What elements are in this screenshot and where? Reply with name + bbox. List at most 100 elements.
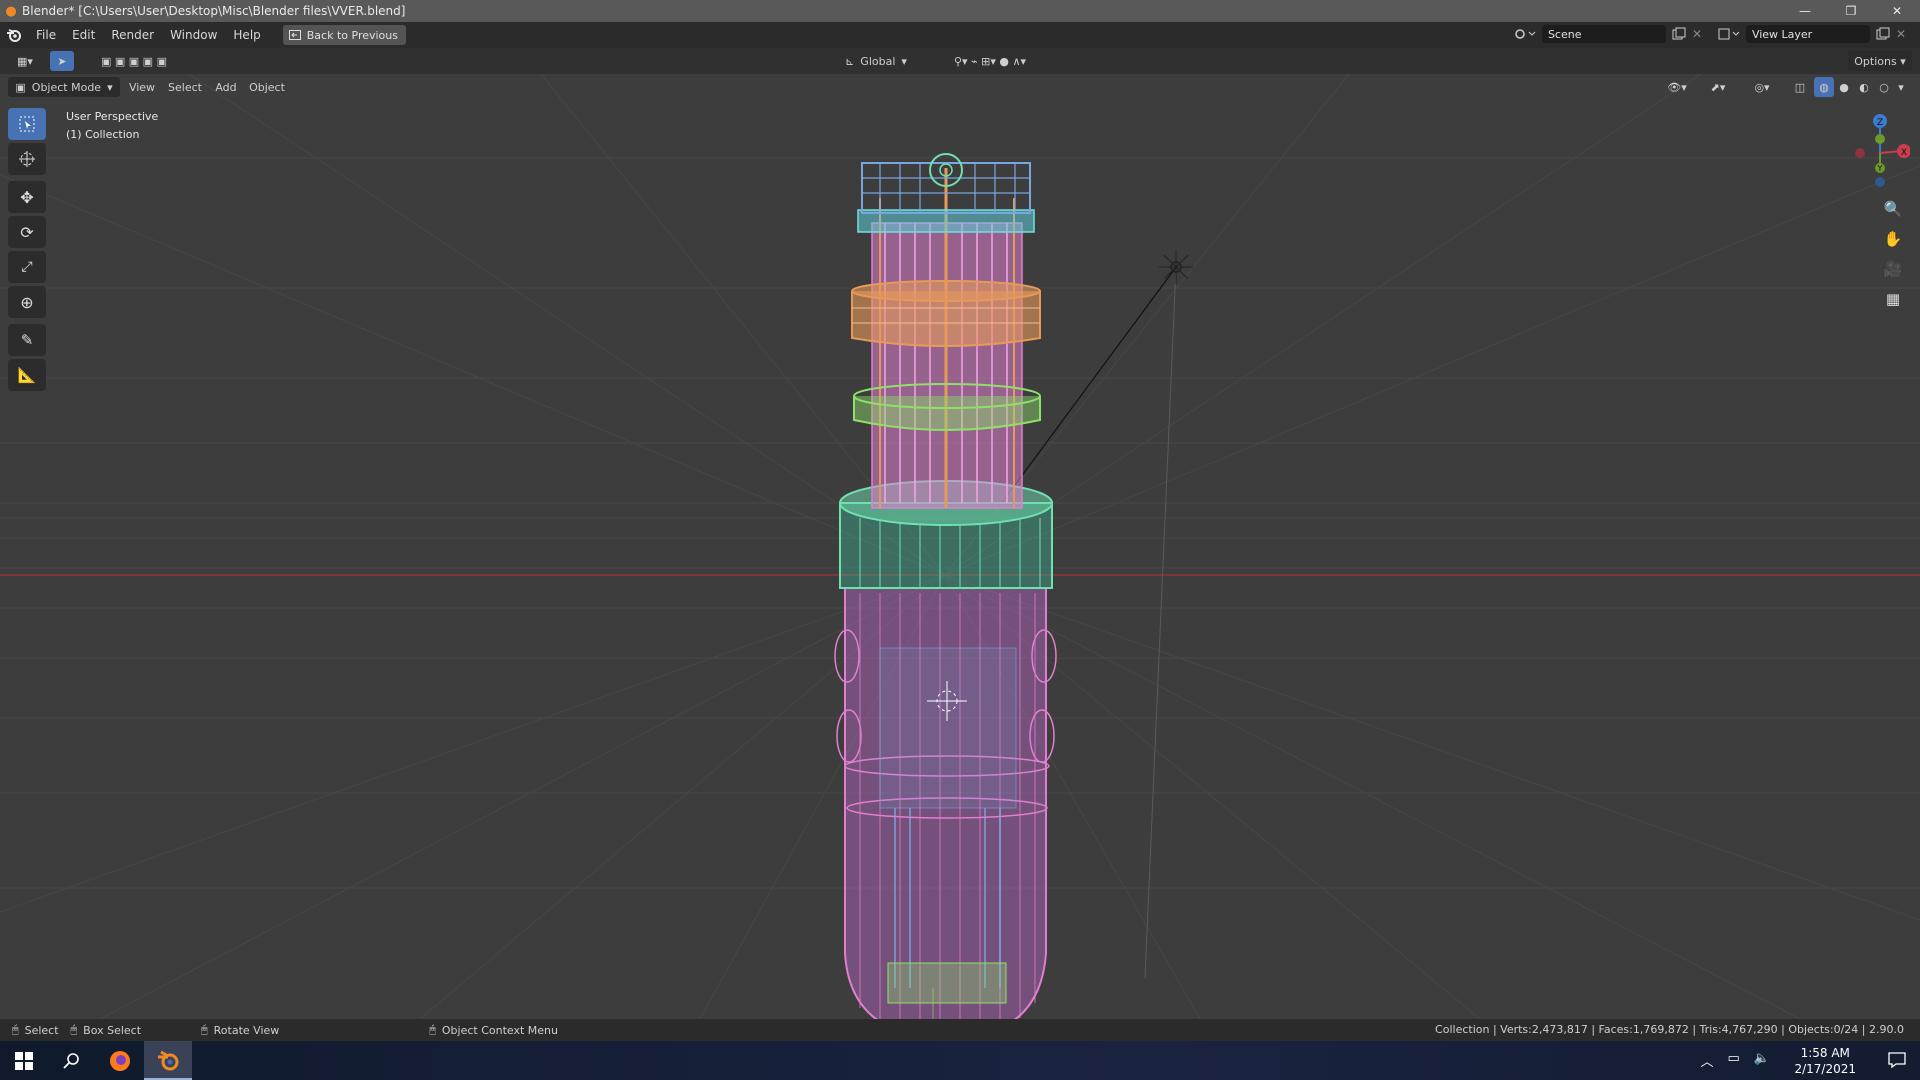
rotate-tool-icon[interactable]: ⟳ [8,216,46,248]
clock-time: 1:58 AM [1800,1046,1850,1060]
select-box-tool-icon[interactable] [8,108,46,140]
back-button-label: Back to Previous [306,28,398,42]
transform-tool-icon[interactable]: ⊕ [8,286,46,318]
status-box-select: 🖱 Box Select [70,1023,142,1037]
menu-render[interactable]: Render [103,28,162,42]
menu-object[interactable]: Object [246,77,288,97]
gizmo-y-label: Y [1877,164,1883,173]
menu-select[interactable]: Select [164,77,206,97]
scene-statistics: Collection | Verts:2,473,817 | Faces:1,7… [1435,1023,1904,1036]
move-tool-icon[interactable]: ✥ [8,181,46,213]
collection-label: (1) Collection [66,128,140,141]
mode-label: Object Mode [31,80,102,94]
status-select: 🖱 Select [12,1023,59,1037]
orientation-icon: ⊾ [845,54,855,68]
new-view-layer-icon[interactable] [1876,27,1890,41]
gizmo-z-label: Z [1877,118,1883,128]
window-controls: — ❐ ✕ [1782,0,1920,22]
object-mode-icon: ▣ [15,80,26,94]
overlay-toggle-icon[interactable]: ◎▾ [1744,77,1780,97]
back-icon [288,30,301,40]
view-layer-name: View Layer [1751,27,1813,41]
mouse-drag-icon: 🖱 [70,1023,78,1036]
selection-mode-icons[interactable]: ▣ ▣ ▣ ▣ ▣ [88,51,180,71]
options-dropdown[interactable]: Options ▾ [1848,51,1912,71]
notification-icon[interactable] [1888,1051,1906,1072]
measure-tool-icon[interactable]: 📐 [8,359,46,391]
view-layer-selector: View Layer ✕ [1718,25,1906,43]
close-button[interactable]: ✕ [1874,0,1920,22]
scene-field[interactable]: Scene [1541,25,1666,43]
annotate-tool-icon[interactable]: ✎ [8,324,46,356]
view-layer-field[interactable]: View Layer [1745,25,1870,43]
viewport-info: User Perspective (1) Collection [66,108,158,144]
wireframe-shading-icon[interactable]: ◍ [1814,77,1834,97]
navigation-controls: 🔍 ✋ 🎥 ▦ [1876,194,1910,314]
blender-logo-icon: ● [5,3,17,19]
perspective-label: User Perspective [66,110,159,123]
windows-start-icon[interactable] [0,1041,48,1080]
mode-dropdown[interactable]: ▣ Object Mode ▾ [8,77,120,97]
orientation-label: Global [860,54,896,68]
viewport-header-row1: ▦▾ ➤ ▣ ▣ ▣ ▣ ▣ ⊾ Global ▾ ⚲▾ ⌁ ⊞▾ ● ∧▾ Op… [0,48,1920,74]
network-icon[interactable]: ▭ [1728,1051,1740,1070]
options-label: Options [1854,54,1897,68]
navigation-gizmo[interactable]: Z Y X [1850,108,1910,188]
delete-view-layer-icon[interactable]: ✕ [1896,27,1906,41]
minimize-button[interactable]: — [1782,0,1828,22]
3d-viewport[interactable]: ▦▾ ➤ ▣ ▣ ▣ ▣ ▣ ⊾ Global ▾ ⚲▾ ⌁ ⊞▾ ● ∧▾ Op… [0,48,1920,1019]
status-rotate: 🖱 Rotate View [201,1023,280,1037]
menu-file[interactable]: File [28,28,64,42]
new-scene-icon[interactable] [1672,27,1686,41]
back-to-previous-button[interactable]: Back to Previous [282,25,406,45]
mouse-middle-icon: 🖱 [201,1023,208,1036]
snapping-pivot-icons[interactable]: ⚲▾ ⌁ ⊞▾ ● ∧▾ [920,51,1060,71]
xray-toggle-icon[interactable]: ◫ [1790,77,1810,97]
title-bar: ● Blender* [C:\Users\User\Desktop\Misc\B… [0,0,1920,22]
status-bar: 🖱 Select 🖱 Box Select 🖱 Rotate View 🖱 Object… [0,1019,1920,1041]
reactor-model[interactable] [834,153,1057,1019]
clock-date: 2/17/2021 [1794,1062,1856,1076]
taskbar-clock[interactable]: 1:58 AM 2/17/2021 [1794,1045,1856,1077]
gizmo-toggle-icon[interactable]: ⬈▾ [1700,77,1736,97]
menu-add[interactable]: Add [212,77,240,97]
blender-taskbar-icon[interactable] [144,1041,192,1080]
viewport-scene [0,48,1920,1019]
blender-menu-icon[interactable] [0,22,28,48]
zoom-icon[interactable]: 🔍 [1876,194,1910,224]
windows-taskbar: ︿ ▭ 🔈 1:58 AM 2/17/2021 [0,1041,1920,1080]
visibility-icon[interactable]: 👁▾ [1662,77,1692,97]
menu-view[interactable]: View [126,77,158,97]
select-tool-icon[interactable]: ➤ [50,51,74,71]
firefox-icon[interactable] [96,1041,144,1080]
rendered-shading-icon[interactable]: ○ [1874,77,1894,97]
window-title: Blender* [C:\Users\User\Desktop\Misc\Ble… [22,4,406,18]
camera-view-icon[interactable]: 🎥 [1876,254,1910,284]
restore-button[interactable]: ❐ [1828,0,1874,22]
search-icon[interactable] [48,1041,96,1080]
mouse-right-icon: 🖱 [429,1023,436,1036]
cursor-tool-icon[interactable] [8,143,46,175]
transform-orientation-dropdown[interactable]: ⊾ Global ▾ [836,51,916,71]
delete-scene-icon[interactable]: ✕ [1692,27,1702,41]
perspective-toggle-icon[interactable]: ▦ [1876,284,1910,314]
tool-shelf: ✥ ⟳ ⤢ ⊕ ✎ 📐 [8,108,48,394]
volume-icon[interactable]: 🔈 [1754,1051,1770,1070]
shading-options-icon[interactable]: ▾ [1894,77,1908,97]
solid-shading-icon[interactable]: ● [1834,77,1854,97]
menu-window[interactable]: Window [162,28,225,42]
scene-icon[interactable] [1514,27,1536,41]
material-shading-icon[interactable]: ◐ [1854,77,1874,97]
view-layer-icon[interactable] [1718,27,1740,41]
gizmo-x-label: X [1901,148,1907,158]
scale-tool-icon[interactable]: ⤢ [8,251,46,283]
editor-type-icon[interactable]: ▦▾ [8,51,42,71]
menu-help[interactable]: Help [225,28,268,42]
tray-chevron-icon[interactable]: ︿ [1701,1051,1714,1070]
mouse-left-icon: 🖱 [12,1023,19,1036]
status-context: 🖱 Object Context Menu [429,1023,559,1037]
system-tray: ︿ ▭ 🔈 [1701,1051,1771,1070]
menu-edit[interactable]: Edit [64,28,103,42]
pan-hand-icon[interactable]: ✋ [1876,224,1910,254]
scene-name: Scene [1547,27,1582,41]
